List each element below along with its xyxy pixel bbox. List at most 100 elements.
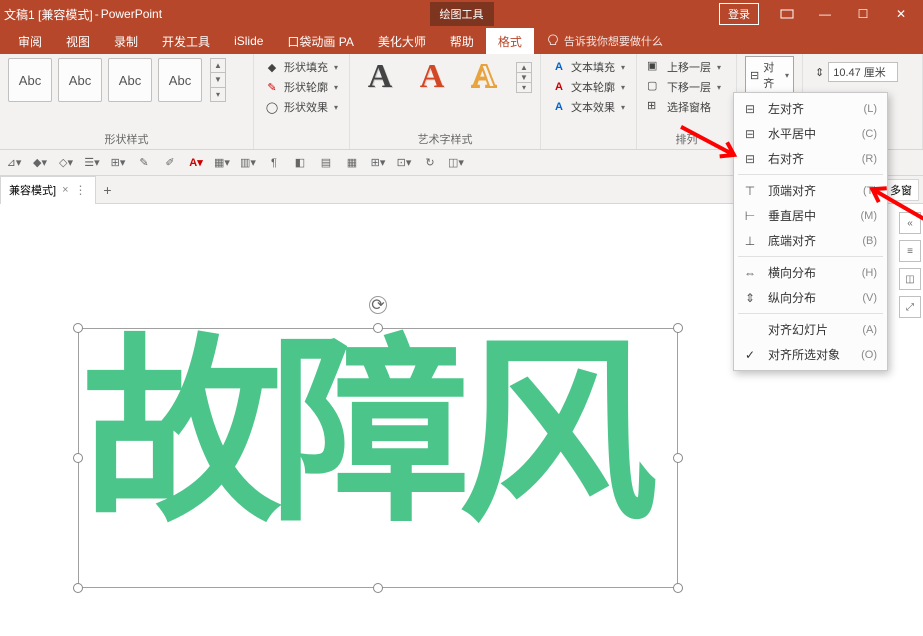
- qat-icon[interactable]: ✐: [162, 155, 178, 171]
- resize-handle-n[interactable]: [373, 323, 383, 333]
- qat-icon[interactable]: ▦▾: [214, 155, 230, 171]
- tell-me-search[interactable]: 告诉我你想要做什么: [546, 33, 663, 49]
- qat-icon[interactable]: ◆▾: [32, 155, 48, 171]
- tab-beautify[interactable]: 美化大师: [366, 28, 438, 54]
- align-menu-item[interactable]: ⊤顶端对齐(T): [734, 178, 887, 203]
- align-dropdown-button[interactable]: ⊟ 对齐▾: [745, 56, 794, 94]
- align-menu-item[interactable]: ⊟右对齐(R): [734, 146, 887, 171]
- align-menu-item[interactable]: ⇕纵向分布(V): [734, 285, 887, 310]
- ribbon-tabs: 审阅 视图 录制 开发工具 iSlide 口袋动画 PA 美化大师 帮助 格式 …: [0, 28, 923, 54]
- ribbon-display-options-icon[interactable]: [769, 0, 805, 28]
- tab-help[interactable]: 帮助: [438, 28, 486, 54]
- new-tab-button[interactable]: +: [96, 182, 120, 198]
- text-outline-button[interactable]: A文本轮廓▾: [549, 78, 628, 96]
- align-item-key: (B): [862, 235, 877, 247]
- pen-icon-red: ✎: [264, 79, 280, 95]
- align-item-icon: ⇕: [742, 290, 758, 306]
- align-item-label: 垂直居中: [768, 207, 816, 224]
- align-item-label: 右对齐: [768, 150, 804, 167]
- qat-icon[interactable]: ⊡▾: [396, 155, 412, 171]
- align-item-icon: ⊢: [742, 208, 758, 224]
- tab-review[interactable]: 审阅: [6, 28, 54, 54]
- resize-handle-s[interactable]: [373, 583, 383, 593]
- qat-icon[interactable]: A▾: [188, 155, 204, 171]
- rotation-handle[interactable]: ⟳: [369, 296, 387, 314]
- shape-style-preset[interactable]: Abc: [158, 58, 202, 102]
- align-menu-item[interactable]: 对齐幻灯片(A): [734, 317, 887, 342]
- contextual-tab-label: 绘图工具: [430, 2, 494, 26]
- shape-fill-button[interactable]: ◆形状填充▾: [262, 58, 341, 76]
- side-tool-2[interactable]: ≡: [899, 240, 921, 262]
- shape-style-preset[interactable]: Abc: [8, 58, 52, 102]
- qat-icon[interactable]: ▥▾: [240, 155, 256, 171]
- tab-pocket-anim[interactable]: 口袋动画 PA: [275, 28, 365, 54]
- qat-icon[interactable]: ▦: [344, 155, 360, 171]
- align-menu-item[interactable]: ⊥底端对齐(B): [734, 228, 887, 253]
- group-label-shape-styles: 形状样式: [8, 129, 245, 147]
- wordart-preset-1[interactable]: A: [358, 58, 402, 96]
- bring-forward-button[interactable]: ▣上移一层▾: [645, 58, 728, 76]
- resize-handle-ne[interactable]: [673, 323, 683, 333]
- restore-icon[interactable]: ☐: [845, 0, 881, 28]
- side-tool-4[interactable]: ⤢: [899, 296, 921, 318]
- style-gallery-scroll[interactable]: ▲▼▾: [210, 58, 226, 102]
- qat-icon[interactable]: ▤: [318, 155, 334, 171]
- shape-outline-button[interactable]: ✎形状轮廓▾: [262, 78, 341, 96]
- qat-icon[interactable]: ✎: [136, 155, 152, 171]
- qat-icon[interactable]: ⊞▾: [370, 155, 386, 171]
- qat-icon[interactable]: ◫▾: [448, 155, 464, 171]
- align-item-label: 顶端对齐: [768, 182, 816, 199]
- resize-handle-nw[interactable]: [73, 323, 83, 333]
- resize-handle-sw[interactable]: [73, 583, 83, 593]
- tab-islide[interactable]: iSlide: [222, 28, 275, 54]
- selected-textbox[interactable]: ⟳ 故障风: [78, 328, 678, 588]
- align-item-key: (O): [861, 349, 877, 361]
- tab-record[interactable]: 录制: [102, 28, 150, 54]
- align-item-label: 左对齐: [768, 100, 804, 117]
- shape-effects-button[interactable]: ◯形状效果▾: [262, 98, 341, 116]
- text-fill-button[interactable]: A文本填充▾: [549, 58, 628, 76]
- qat-icon[interactable]: ☰▾: [84, 155, 100, 171]
- align-menu-item[interactable]: ⊢垂直居中(M): [734, 203, 887, 228]
- resize-handle-e[interactable]: [673, 453, 683, 463]
- qat-icon[interactable]: ¶: [266, 155, 282, 171]
- align-menu-item[interactable]: ⊟左对齐(L): [734, 96, 887, 121]
- close-tab-icon[interactable]: ×: [62, 184, 68, 196]
- align-menu-item[interactable]: ✓对齐所选对象(O): [734, 342, 887, 367]
- send-backward-button[interactable]: ▢下移一层▾: [645, 78, 728, 96]
- tab-format[interactable]: 格式: [486, 28, 534, 54]
- wordart-preset-3[interactable]: A: [462, 58, 506, 96]
- qat-icon[interactable]: ↻: [422, 155, 438, 171]
- align-item-key: (A): [862, 324, 877, 336]
- paint-bucket-icon: ◆: [264, 59, 280, 75]
- app-name: PowerPoint: [101, 7, 162, 21]
- document-tab[interactable]: 兼容模式] × ⋮: [0, 176, 96, 204]
- align-item-icon: ⊟: [742, 101, 758, 117]
- text-fill-icon: A: [551, 59, 567, 75]
- align-menu-item[interactable]: ⇔横向分布(H): [734, 260, 887, 285]
- close-icon[interactable]: ✕: [883, 0, 919, 28]
- tab-view[interactable]: 视图: [54, 28, 102, 54]
- text-effects-button[interactable]: A文本效果▾: [549, 98, 628, 116]
- tab-menu-icon[interactable]: ⋮: [75, 183, 87, 197]
- qat-icon[interactable]: ◧: [292, 155, 308, 171]
- selection-pane-button[interactable]: ⊞选择窗格: [645, 98, 728, 116]
- floating-side-toolbar: « ≡ ◫ ⤢: [895, 208, 923, 322]
- align-menu-item[interactable]: ⊟水平居中(C): [734, 121, 887, 146]
- wordart-preset-2[interactable]: A: [410, 58, 454, 96]
- side-tool-1[interactable]: «: [899, 212, 921, 234]
- qat-icon[interactable]: ⊿▾: [6, 155, 22, 171]
- tab-devtools[interactable]: 开发工具: [150, 28, 222, 54]
- login-button[interactable]: 登录: [719, 3, 759, 25]
- resize-handle-w[interactable]: [73, 453, 83, 463]
- group-label-wordart: 艺术字样式: [358, 129, 532, 147]
- shape-style-preset[interactable]: Abc: [108, 58, 152, 102]
- qat-icon[interactable]: ◇▾: [58, 155, 74, 171]
- qat-icon[interactable]: ⊞▾: [110, 155, 126, 171]
- resize-handle-se[interactable]: [673, 583, 683, 593]
- side-tool-3[interactable]: ◫: [899, 268, 921, 290]
- wordart-gallery-scroll[interactable]: ▲▼▾: [516, 62, 532, 93]
- shape-height-input[interactable]: 10.47 厘米: [828, 62, 898, 82]
- shape-style-preset[interactable]: Abc: [58, 58, 102, 102]
- minimize-icon[interactable]: —: [807, 0, 843, 28]
